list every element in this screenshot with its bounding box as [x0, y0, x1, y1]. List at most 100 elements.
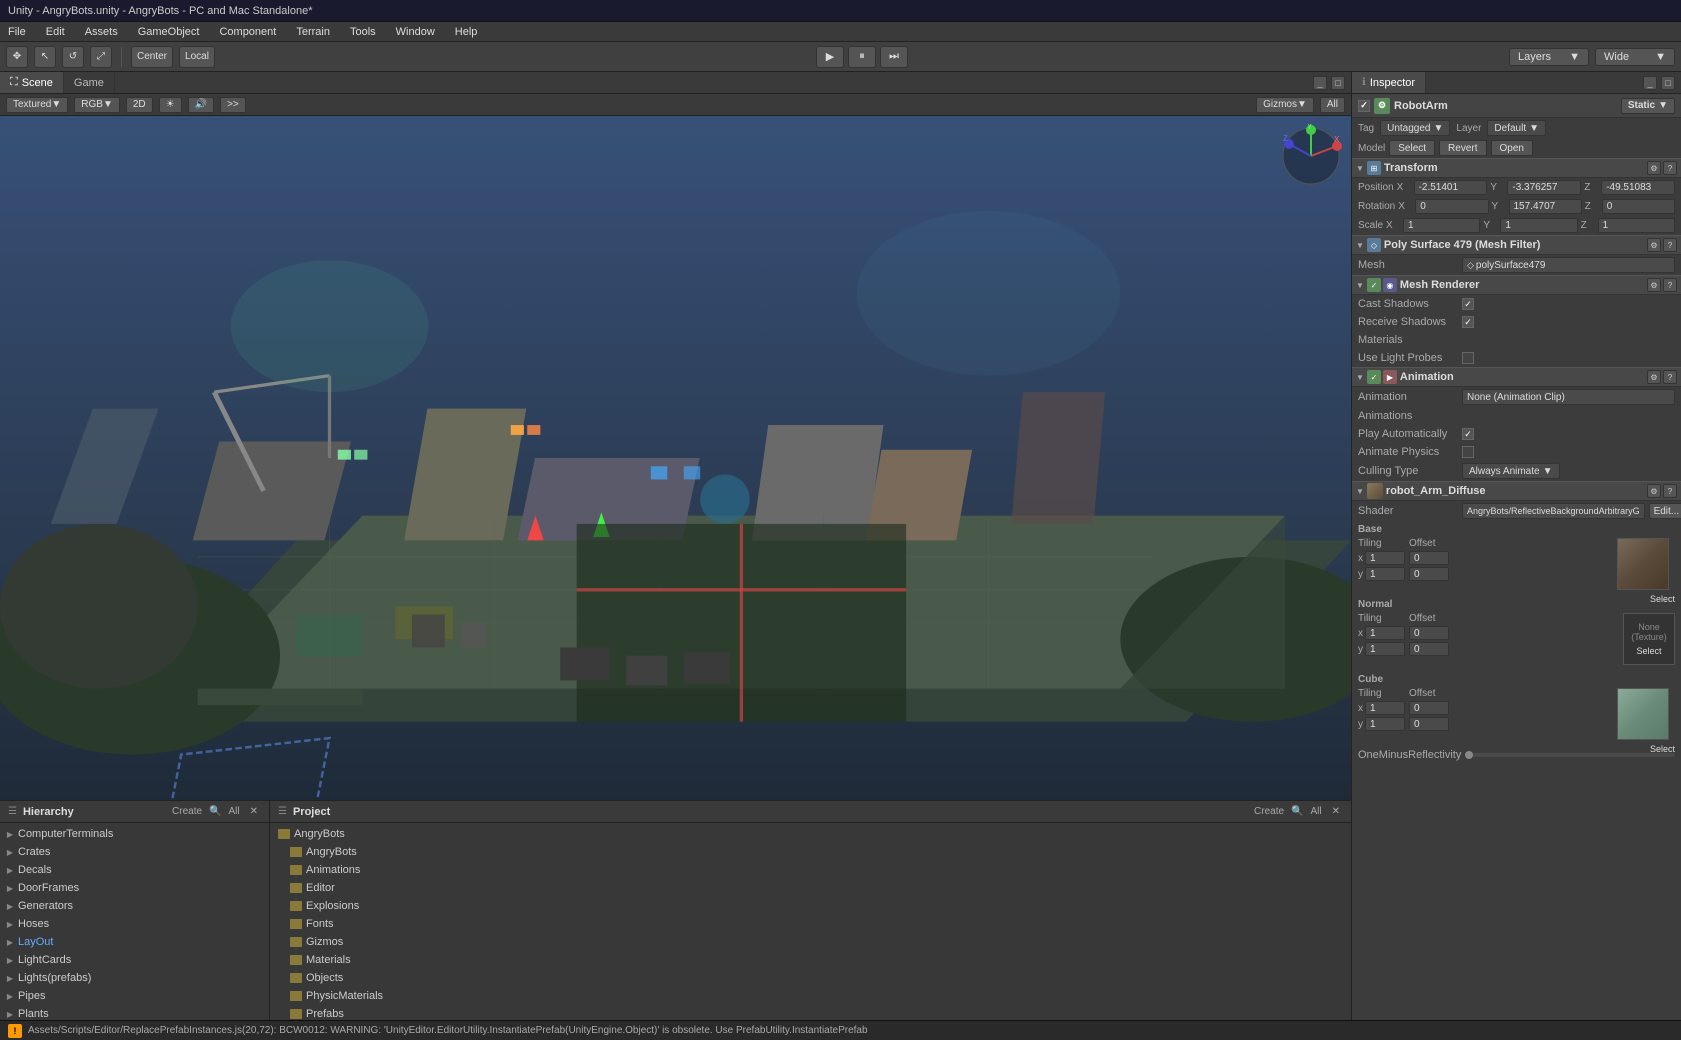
folder-animations[interactable]: Animations: [270, 861, 1351, 879]
hier-item-lights[interactable]: ▶ Lights(prefabs): [0, 969, 269, 987]
hierarchy-close[interactable]: ✕: [247, 806, 261, 817]
folder-fonts[interactable]: Fonts: [270, 915, 1351, 933]
folder-explosions[interactable]: Explosions: [270, 897, 1351, 915]
material-header[interactable]: ▼ robot_Arm_Diffuse ⚙ ?: [1352, 481, 1681, 501]
meshrenderer-header[interactable]: ▼ ✓ ◉ Mesh Renderer ⚙ ?: [1352, 275, 1681, 295]
project-all-btn[interactable]: All: [1307, 806, 1324, 817]
transform-header[interactable]: ▼ ⊞ Transform ⚙ ?: [1352, 158, 1681, 178]
cast-shadows-checkbox[interactable]: ✓: [1462, 298, 1474, 310]
culling-type-dropdown[interactable]: Always Animate▼: [1462, 463, 1560, 479]
light-btn[interactable]: ☀: [159, 97, 182, 113]
base-offset-x[interactable]: 0: [1409, 551, 1449, 565]
shader-edit-btn[interactable]: Edit...: [1649, 503, 1681, 519]
transform-question-btn[interactable]: ?: [1663, 161, 1677, 175]
base-texture-thumb[interactable]: [1617, 538, 1669, 590]
tab-inspector[interactable]: ℹ Inspector: [1352, 72, 1426, 93]
insp-maximize[interactable]: □: [1661, 76, 1675, 90]
cube-tiling-x[interactable]: 1: [1365, 701, 1405, 715]
hier-item-computerterminals[interactable]: ▶ ComputerTerminals: [0, 825, 269, 843]
hier-item-layout[interactable]: ▶ LayOut: [0, 933, 269, 951]
play-button[interactable]: ▶: [816, 46, 844, 68]
normal-select-btn[interactable]: Select: [1636, 646, 1661, 656]
animation-settings[interactable]: ⚙: [1647, 370, 1661, 384]
tab-minimize[interactable]: _: [1313, 76, 1327, 90]
cube-tiling-y[interactable]: 1: [1365, 717, 1405, 731]
hierarchy-create-btn[interactable]: Create: [169, 806, 205, 817]
cube-select-btn[interactable]: Select: [1650, 744, 1675, 754]
folder-angrybots1[interactable]: AngryBots: [270, 825, 1351, 843]
overlay-btn[interactable]: >>: [220, 97, 246, 113]
hier-item-generators[interactable]: ▶ Generators: [0, 897, 269, 915]
tab-maximize[interactable]: □: [1331, 76, 1345, 90]
normal-tiling-x[interactable]: 1: [1365, 626, 1405, 640]
hier-item-doorframes[interactable]: ▶ DoorFrames: [0, 879, 269, 897]
animation-clip-value[interactable]: None (Animation Clip): [1462, 389, 1675, 405]
menu-gameobject[interactable]: GameObject: [134, 26, 204, 38]
folder-angrybots2[interactable]: AngryBots: [270, 843, 1351, 861]
folder-gizmos[interactable]: Gizmos: [270, 933, 1351, 951]
animation-header[interactable]: ▼ ✓ ▶ Animation ⚙ ?: [1352, 367, 1681, 387]
folder-objects[interactable]: Objects: [270, 969, 1351, 987]
2d-btn[interactable]: 2D: [126, 97, 153, 113]
folder-editor[interactable]: Editor: [270, 879, 1351, 897]
base-offset-y[interactable]: 0: [1409, 567, 1449, 581]
pause-button[interactable]: ⏸: [848, 46, 876, 68]
material-question[interactable]: ?: [1663, 484, 1677, 498]
meshfilter-question[interactable]: ?: [1663, 238, 1677, 252]
rotation-z[interactable]: 0: [1602, 199, 1675, 214]
animate-physics-checkbox[interactable]: [1462, 446, 1474, 458]
animation-question[interactable]: ?: [1663, 370, 1677, 384]
layer-dropdown[interactable]: Default▼: [1487, 120, 1546, 136]
shader-value[interactable]: AngryBots/ReflectiveBackgroundArbitraryG: [1462, 503, 1645, 519]
hier-item-hoses[interactable]: ▶ Hoses: [0, 915, 269, 933]
menu-file[interactable]: File: [4, 26, 30, 38]
gizmos-btn[interactable]: Gizmos▼: [1256, 97, 1314, 113]
normal-texture-thumb[interactable]: None(Texture) Select: [1623, 613, 1675, 665]
menu-window[interactable]: Window: [392, 26, 439, 38]
textured-btn[interactable]: Textured▼: [6, 97, 68, 113]
folder-materials[interactable]: Materials: [270, 951, 1351, 969]
space-btn[interactable]: Local: [179, 46, 215, 68]
project-close[interactable]: ✕: [1329, 806, 1343, 817]
tool-move[interactable]: ↖: [34, 46, 56, 68]
hier-item-plants[interactable]: ▶ Plants: [0, 1005, 269, 1020]
transform-settings-btn[interactable]: ⚙: [1647, 161, 1661, 175]
model-revert-btn[interactable]: Revert: [1439, 140, 1486, 156]
cube-offset-x[interactable]: 0: [1409, 701, 1449, 715]
tab-game[interactable]: Game: [64, 72, 115, 93]
folder-physicmaterials[interactable]: PhysicMaterials: [270, 987, 1351, 1005]
model-open-btn[interactable]: Open: [1491, 140, 1533, 156]
scale-y[interactable]: 1: [1500, 218, 1577, 233]
static-dropdown[interactable]: Static▼: [1621, 98, 1675, 114]
pivot-btn[interactable]: Center: [131, 46, 173, 68]
mesh-value[interactable]: ◇ polySurface479: [1462, 257, 1675, 273]
layout-dropdown[interactable]: Wide ▼: [1595, 48, 1675, 66]
normal-offset-y[interactable]: 0: [1409, 642, 1449, 656]
base-tiling-x[interactable]: 1: [1365, 551, 1405, 565]
material-settings[interactable]: ⚙: [1647, 484, 1661, 498]
menu-help[interactable]: Help: [451, 26, 482, 38]
hierarchy-all-btn[interactable]: All: [225, 806, 242, 817]
cube-texture-thumb[interactable]: [1617, 688, 1669, 740]
menu-tools[interactable]: Tools: [346, 26, 380, 38]
normal-tiling-y[interactable]: 1: [1365, 642, 1405, 656]
hier-item-decals[interactable]: ▶ Decals: [0, 861, 269, 879]
position-x[interactable]: -2.51401: [1414, 180, 1488, 195]
meshfilter-settings[interactable]: ⚙: [1647, 238, 1661, 252]
meshrenderer-settings[interactable]: ⚙: [1647, 278, 1661, 292]
rotation-x[interactable]: 0: [1415, 199, 1488, 214]
menu-component[interactable]: Component: [215, 26, 280, 38]
folder-prefabs[interactable]: Prefabs: [270, 1005, 1351, 1020]
tool-scale[interactable]: ⤢: [90, 46, 112, 68]
base-tiling-y[interactable]: 1: [1365, 567, 1405, 581]
tag-dropdown[interactable]: Untagged▼: [1380, 120, 1450, 136]
hier-item-lightcards[interactable]: ▶ LightCards: [0, 951, 269, 969]
model-select-btn[interactable]: Select: [1389, 140, 1435, 156]
scale-z[interactable]: 1: [1598, 218, 1675, 233]
all-btn[interactable]: All: [1320, 97, 1345, 113]
tool-hand[interactable]: ✥: [6, 46, 28, 68]
position-z[interactable]: -49.51083: [1601, 180, 1675, 195]
meshrenderer-question[interactable]: ?: [1663, 278, 1677, 292]
receive-shadows-checkbox[interactable]: ✓: [1462, 316, 1474, 328]
hier-item-pipes[interactable]: ▶ Pipes: [0, 987, 269, 1005]
